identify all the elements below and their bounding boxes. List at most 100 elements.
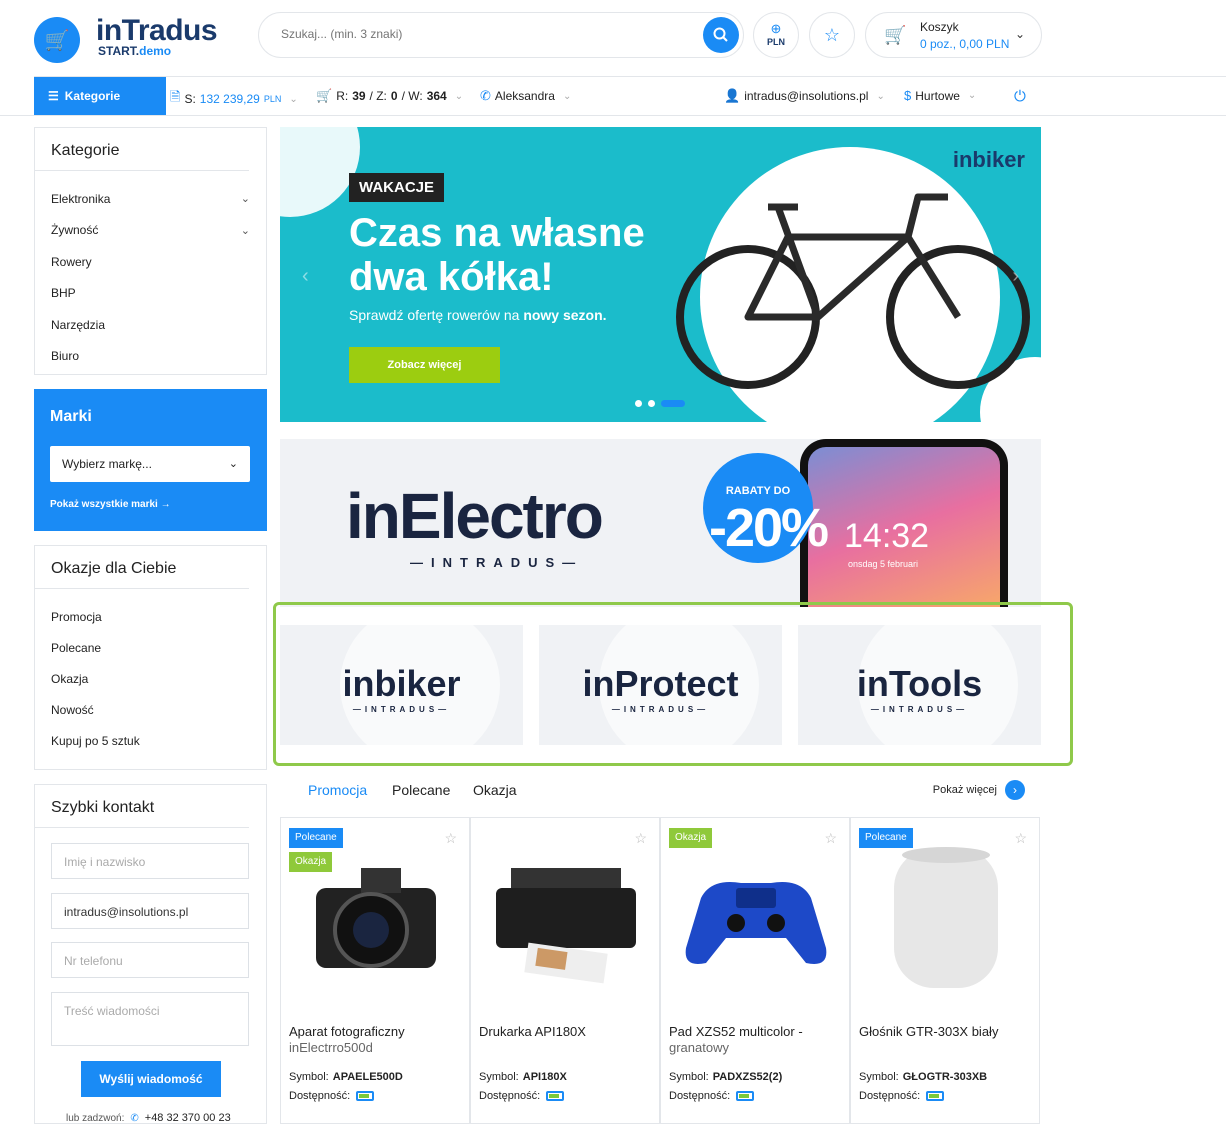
category-item-narzedzia[interactable]: Narzędzia — [35, 309, 266, 341]
tab-okazja[interactable]: Okazja — [473, 782, 517, 798]
show-more-label: Pokaż więcej — [932, 784, 997, 796]
availability-label: Dostępność: — [669, 1090, 731, 1102]
product-name-line2: granatowy — [669, 1040, 729, 1055]
search-bar — [258, 12, 744, 58]
category-item-biuro[interactable]: Biuro — [35, 341, 266, 373]
product-card[interactable]: Polecane ☆ Głośnik GTR-303X biały Symbol… — [850, 817, 1040, 1124]
product-card[interactable]: Okazja ☆ Pad XZS52 multicolor - granatowy… — [660, 817, 850, 1124]
tab-promocja[interactable]: Promocja — [308, 782, 367, 798]
star-icon[interactable]: ☆ — [824, 830, 837, 847]
slider-dot[interactable] — [648, 400, 655, 407]
category-item-zywnosc[interactable]: Żywność ⌄ — [35, 215, 266, 247]
price-type-dropdown[interactable]: $ Hurtowe ⌄ — [904, 88, 976, 103]
balance-dropdown[interactable]: 🗎 S: 132 239,29 PLN ⌄ — [170, 88, 298, 110]
product-symbol: Symbol: APAELE500D — [289, 1071, 403, 1083]
balance-currency: PLN — [263, 94, 282, 104]
product-name[interactable]: Głośnik GTR-303X biały — [859, 1024, 1035, 1040]
bicycle-image — [676, 193, 1030, 389]
product-symbol: Symbol: GŁOGTR-303XB — [859, 1071, 987, 1083]
symbol-value: PADXZS52(2) — [712, 1071, 783, 1083]
brand-select[interactable]: Wybierz markę... ⌄ — [50, 446, 250, 482]
call-number[interactable]: +48 32 370 00 23 — [145, 1112, 231, 1124]
star-icon[interactable]: ☆ — [634, 830, 647, 847]
logo[interactable]: 🛒 inTradus START.demo — [34, 14, 234, 64]
phone-time: 14:32 — [844, 517, 930, 555]
categories-title: Kategorie — [35, 128, 249, 171]
category-label: Narzędzia — [51, 317, 106, 332]
battery-icon — [546, 1091, 565, 1101]
favorites-button[interactable]: ☆ — [809, 12, 855, 58]
symbol-label: Symbol: — [479, 1071, 519, 1083]
logo-sub-b: demo — [139, 44, 172, 58]
deal-item-promocja[interactable]: Promocja — [35, 601, 266, 632]
dollar-icon: $ — [904, 88, 912, 103]
search-button[interactable] — [703, 17, 739, 53]
call-us: lub zadzwoń: ✆ +48 32 370 00 23 — [66, 1112, 231, 1124]
search-input[interactable] — [281, 27, 661, 41]
deal-item-nowosc[interactable]: Nowość — [35, 694, 266, 725]
availability-label: Dostępność: — [479, 1090, 541, 1102]
sub-navigation: ☰ Kategorie 🗎 S: 132 239,29 PLN ⌄ 🛒 R: 39… — [34, 77, 1042, 115]
slide-cta-button[interactable]: Zobacz więcej — [349, 347, 500, 383]
balance-prefix: S: — [184, 92, 196, 106]
arrow-right-icon: › — [1005, 780, 1025, 800]
chevron-down-icon: ⌄ — [1014, 27, 1025, 41]
star-icon: ☆ — [823, 24, 841, 45]
chevron-down-icon[interactable]: ⌄ — [241, 192, 250, 205]
cart-icon: 🛒 — [884, 25, 907, 45]
show-more-link[interactable]: Pokaż więcej › — [933, 780, 1025, 800]
slider-next-arrow[interactable]: › — [1012, 265, 1019, 288]
product-availability: Dostępność: — [859, 1090, 945, 1102]
product-name[interactable]: Pad XZS52 multicolor - granatowy — [669, 1024, 845, 1056]
slider-dot-active[interactable] — [661, 400, 685, 407]
orders-w: / W: — [401, 89, 423, 103]
star-icon[interactable]: ☆ — [1014, 830, 1027, 847]
category-item-bhp[interactable]: BHP — [35, 278, 266, 310]
user-dropdown[interactable]: ✆ Aleksandra ⌄ — [480, 88, 571, 104]
deal-item-polecane[interactable]: Polecane — [35, 632, 266, 663]
categories-menu-button[interactable]: ☰ Kategorie — [34, 77, 166, 115]
slide-headline-1: Czas na własne — [349, 211, 645, 255]
chevron-down-icon[interactable]: ⌄ — [241, 224, 250, 237]
logo-cart-icon: 🛒 — [34, 17, 80, 63]
cart-button[interactable]: 🛒 Koszyk 0 poz., 0,00 PLN ⌄ — [865, 12, 1042, 58]
phone-icon: ✆ — [480, 88, 491, 103]
deal-item-okazja[interactable]: Okazja — [35, 663, 266, 694]
inelectro-banner[interactable]: inElectro —INTRADUS— 14:32 onsdag 5 febr… — [280, 439, 1041, 607]
brands-title: Marki — [50, 408, 92, 425]
battery-icon — [356, 1091, 375, 1101]
star-icon[interactable]: ☆ — [444, 830, 457, 847]
phone-field[interactable]: Nr telefonu — [51, 942, 249, 978]
divider — [0, 115, 1226, 116]
name-field[interactable]: Imię i nazwisko — [51, 843, 249, 879]
tab-polecane[interactable]: Polecane — [392, 782, 450, 798]
deal-item-kupuj-po-5[interactable]: Kupuj po 5 sztuk — [35, 725, 266, 756]
slider-dot[interactable] — [635, 400, 642, 407]
product-name[interactable]: Aparat fotograficzny inElectrro500d — [289, 1024, 465, 1056]
category-item-elektronika[interactable]: Elektronika ⌄ — [35, 183, 266, 215]
brand-select-value: Wybierz markę... — [62, 457, 152, 471]
category-label: Rowery — [51, 254, 92, 269]
product-card[interactable]: ☆ Drukarka API180X Symbol: API180X Dostęp… — [470, 817, 660, 1124]
account-dropdown[interactable]: 👤 intradus@insolutions.pl ⌄ — [724, 88, 885, 104]
categories-menu-label: Kategorie — [64, 89, 121, 103]
orders-dropdown[interactable]: 🛒 R: 39 / Z: 0 / W: 364 ⌄ — [316, 88, 463, 104]
contact-title: Szybki kontakt — [35, 785, 249, 828]
discount-badge: RABATY DO -20% — [703, 453, 829, 563]
message-field[interactable]: Treść wiadomości — [51, 992, 249, 1046]
product-name[interactable]: Drukarka API180X — [479, 1024, 655, 1040]
chevron-down-icon: ⌄ — [454, 90, 464, 102]
badge-okazja: Okazja — [669, 828, 713, 848]
currency-button[interactable]: ⊕ PLN — [753, 12, 799, 58]
symbol-value: API180X — [522, 1071, 567, 1083]
all-brands-link[interactable]: Pokaż wszystkie marki → — [50, 499, 171, 510]
product-card[interactable]: Polecane Okazja ☆ Aparat fotograficzny in… — [280, 817, 470, 1124]
send-message-button[interactable]: Wyślij wiadomość — [81, 1061, 221, 1097]
power-icon: ⏻ — [1014, 88, 1026, 105]
product-tabs: Promocja Polecane Okazja Pokaż więcej › — [280, 768, 1041, 816]
hero-slider[interactable]: WAKACJE Czas na własne dwa kółka! Sprawd… — [280, 127, 1041, 422]
email-field[interactable]: intradus@insolutions.pl — [51, 893, 249, 929]
logout-button[interactable]: ⏻ — [1014, 88, 1026, 105]
slider-prev-arrow[interactable]: ‹ — [302, 265, 309, 288]
category-item-rowery[interactable]: Rowery — [35, 246, 266, 278]
